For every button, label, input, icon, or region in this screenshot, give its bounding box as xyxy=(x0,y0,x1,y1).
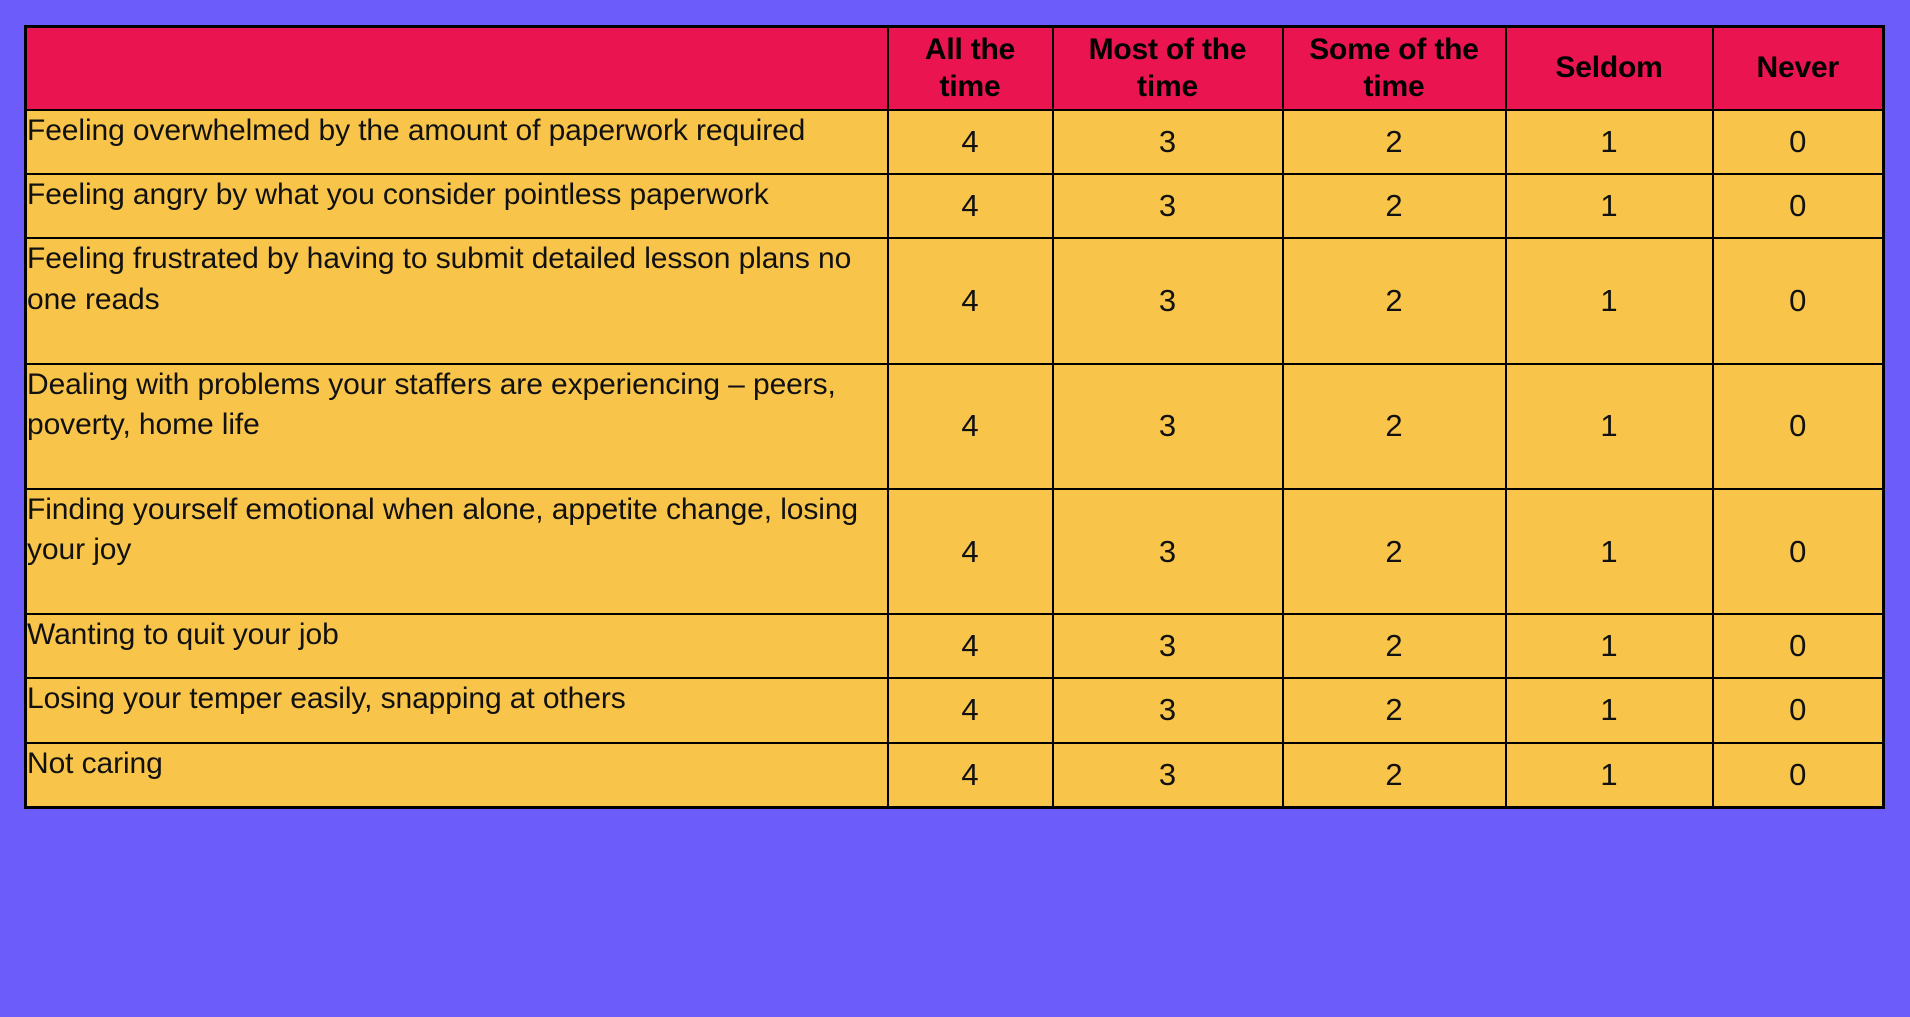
table-body: Feeling overwhelmed by the amount of pap… xyxy=(24,109,1885,809)
header-seldom: Seldom xyxy=(1504,25,1714,112)
score-option-all-the-time[interactable]: 4 xyxy=(886,173,1054,240)
score-option-some-of-the-time[interactable]: 2 xyxy=(1281,237,1507,365)
score-option-seldom[interactable]: 1 xyxy=(1504,487,1714,616)
statement-label: Finding yourself emotional when alone, a… xyxy=(24,487,889,616)
score-option-seldom[interactable]: 1 xyxy=(1504,237,1714,365)
score-option-never[interactable]: 0 xyxy=(1711,741,1885,809)
score-option-most-of-the-time[interactable]: 3 xyxy=(1051,677,1284,744)
score-option-all-the-time[interactable]: 4 xyxy=(886,741,1054,809)
header-all-the-time: All the time xyxy=(886,25,1054,112)
score-option-some-of-the-time[interactable]: 2 xyxy=(1281,741,1507,809)
score-option-seldom[interactable]: 1 xyxy=(1504,109,1714,176)
table-row: Not caring 4 3 2 1 0 xyxy=(24,741,1885,809)
score-option-seldom[interactable]: 1 xyxy=(1504,362,1714,490)
statement-label: Dealing with problems your staffers are … xyxy=(24,362,889,490)
score-option-all-the-time[interactable]: 4 xyxy=(886,109,1054,176)
statement-label: Feeling angry by what you consider point… xyxy=(24,173,889,240)
score-option-most-of-the-time[interactable]: 3 xyxy=(1051,487,1284,616)
statement-label: Wanting to quit your job xyxy=(24,613,889,680)
score-option-some-of-the-time[interactable]: 2 xyxy=(1281,487,1507,616)
survey-table-container: All the time Most of the time Some of th… xyxy=(24,25,1885,809)
header-most-of-the-time: Most of the time xyxy=(1051,25,1284,112)
table-row: Feeling angry by what you consider point… xyxy=(24,173,1885,240)
score-option-seldom[interactable]: 1 xyxy=(1504,173,1714,240)
score-option-never[interactable]: 0 xyxy=(1711,487,1885,616)
score-option-never[interactable]: 0 xyxy=(1711,677,1885,744)
score-option-never[interactable]: 0 xyxy=(1711,362,1885,490)
score-option-never[interactable]: 0 xyxy=(1711,173,1885,240)
score-option-most-of-the-time[interactable]: 3 xyxy=(1051,173,1284,240)
score-option-some-of-the-time[interactable]: 2 xyxy=(1281,173,1507,240)
header-some-of-the-time: Some of the time xyxy=(1281,25,1507,112)
table-header-row: All the time Most of the time Some of th… xyxy=(24,25,1885,112)
score-option-most-of-the-time[interactable]: 3 xyxy=(1051,109,1284,176)
table-row: Dealing with problems your staffers are … xyxy=(24,362,1885,490)
score-option-never[interactable]: 0 xyxy=(1711,109,1885,176)
table-row: Feeling frustrated by having to submit d… xyxy=(24,237,1885,365)
score-option-some-of-the-time[interactable]: 2 xyxy=(1281,677,1507,744)
header-statement-column xyxy=(24,25,889,112)
score-option-all-the-time[interactable]: 4 xyxy=(886,487,1054,616)
table-row: Feeling overwhelmed by the amount of pap… xyxy=(24,109,1885,176)
table-row: Finding yourself emotional when alone, a… xyxy=(24,487,1885,616)
score-option-never[interactable]: 0 xyxy=(1711,237,1885,365)
score-option-some-of-the-time[interactable]: 2 xyxy=(1281,613,1507,680)
statement-label: Losing your temper easily, snapping at o… xyxy=(24,677,889,744)
score-option-all-the-time[interactable]: 4 xyxy=(886,237,1054,365)
statement-label: Feeling frustrated by having to submit d… xyxy=(24,237,889,365)
score-option-never[interactable]: 0 xyxy=(1711,613,1885,680)
score-option-most-of-the-time[interactable]: 3 xyxy=(1051,362,1284,490)
score-option-most-of-the-time[interactable]: 3 xyxy=(1051,237,1284,365)
score-option-all-the-time[interactable]: 4 xyxy=(886,677,1054,744)
score-option-seldom[interactable]: 1 xyxy=(1504,677,1714,744)
score-option-seldom[interactable]: 1 xyxy=(1504,741,1714,809)
score-option-seldom[interactable]: 1 xyxy=(1504,613,1714,680)
table-row: Wanting to quit your job 4 3 2 1 0 xyxy=(24,613,1885,680)
header-never: Never xyxy=(1711,25,1885,112)
statement-label: Feeling overwhelmed by the amount of pap… xyxy=(24,109,889,176)
score-option-all-the-time[interactable]: 4 xyxy=(886,362,1054,490)
score-option-all-the-time[interactable]: 4 xyxy=(886,613,1054,680)
table-row: Losing your temper easily, snapping at o… xyxy=(24,677,1885,744)
score-option-some-of-the-time[interactable]: 2 xyxy=(1281,362,1507,490)
likert-survey-table: All the time Most of the time Some of th… xyxy=(24,25,1885,809)
score-option-most-of-the-time[interactable]: 3 xyxy=(1051,613,1284,680)
statement-label: Not caring xyxy=(24,741,889,809)
score-option-most-of-the-time[interactable]: 3 xyxy=(1051,741,1284,809)
score-option-some-of-the-time[interactable]: 2 xyxy=(1281,109,1507,176)
